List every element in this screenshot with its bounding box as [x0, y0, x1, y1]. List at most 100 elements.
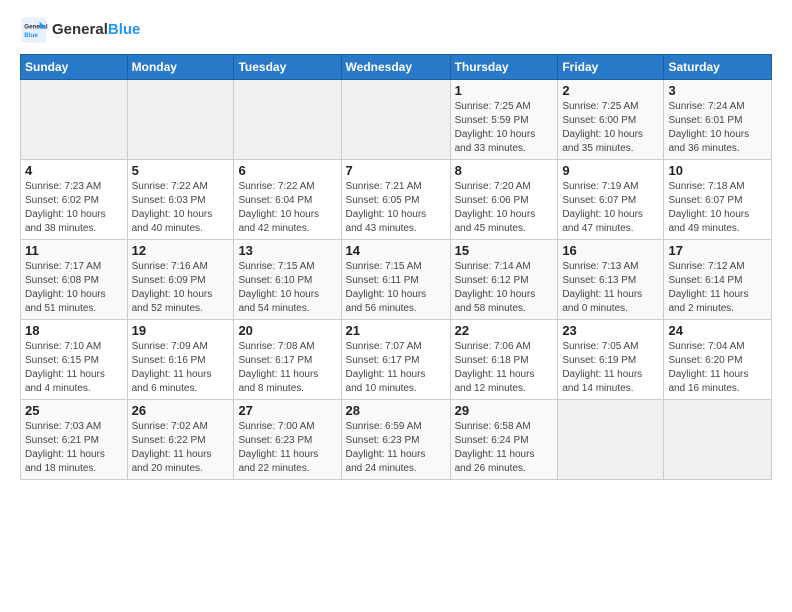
calendar-header-row: SundayMondayTuesdayWednesdayThursdayFrid… — [21, 55, 772, 80]
calendar-cell: 24 Sunrise: 7:04 AM Sunset: 6:20 PM Dayli… — [664, 320, 772, 400]
calendar-cell: 4 Sunrise: 7:23 AM Sunset: 6:02 PM Daylig… — [21, 160, 128, 240]
calendar-cell: 15Sunrise: 7:14 AM Sunset: 6:12 PM Dayli… — [450, 240, 558, 320]
day-info: Sunrise: 7:09 AM Sunset: 6:16 PM Dayligh… — [132, 340, 230, 396]
day-info: Sunrise: 7:25 AM Sunset: 5:59 PM Dayligh… — [455, 100, 554, 156]
calendar-cell — [558, 400, 664, 480]
calendar-cell: 9 Sunrise: 7:19 AM Sunset: 6:07 PM Daylig… — [558, 160, 664, 240]
day-info: Sunrise: 7:02 AM Sunset: 6:22 PM Dayligh… — [132, 420, 230, 476]
day-number: 16 — [562, 243, 659, 258]
day-number: 3 — [668, 83, 767, 98]
day-info: Sunrise: 7:16 AM Sunset: 6:09 PM Dayligh… — [132, 260, 230, 316]
calendar-cell: 21 Sunrise: 7:07 AM Sunset: 6:17 PM Dayli… — [341, 320, 450, 400]
day-number: 26 — [132, 403, 230, 418]
day-number: 8 — [455, 163, 554, 178]
calendar-header-saturday: Saturday — [664, 55, 772, 80]
day-number: 28 — [346, 403, 446, 418]
calendar-cell: 10 Sunrise: 7:18 AM Sunset: 6:07 PM Dayli… — [664, 160, 772, 240]
calendar-cell — [341, 80, 450, 160]
calendar-cell: 6 Sunrise: 7:22 AM Sunset: 6:04 PM Daylig… — [234, 160, 341, 240]
calendar-cell: 25Sunrise: 7:03 AM Sunset: 6:21 PM Dayli… — [21, 400, 128, 480]
day-info: Sunrise: 7:15 AM Sunset: 6:11 PM Dayligh… — [346, 260, 446, 316]
logo-icon: General Blue — [20, 16, 48, 44]
calendar-header-tuesday: Tuesday — [234, 55, 341, 80]
calendar-cell: 23 Sunrise: 7:05 AM Sunset: 6:19 PM Dayli… — [558, 320, 664, 400]
day-number: 10 — [668, 163, 767, 178]
calendar-cell: 11 Sunrise: 7:17 AM Sunset: 6:08 PM Dayli… — [21, 240, 128, 320]
calendar-cell: 3 Sunrise: 7:24 AM Sunset: 6:01 PM Daylig… — [664, 80, 772, 160]
calendar-cell: 2 Sunrise: 7:25 AM Sunset: 6:00 PM Daylig… — [558, 80, 664, 160]
day-info: Sunrise: 7:23 AM Sunset: 6:02 PM Dayligh… — [25, 180, 123, 236]
day-info: Sunrise: 6:59 AM Sunset: 6:23 PM Dayligh… — [346, 420, 446, 476]
day-number: 4 — [25, 163, 123, 178]
day-number: 19 — [132, 323, 230, 338]
day-number: 13 — [238, 243, 336, 258]
calendar-cell: 19 Sunrise: 7:09 AM Sunset: 6:16 PM Dayli… — [127, 320, 234, 400]
svg-text:Blue: Blue — [24, 32, 38, 39]
calendar-header-monday: Monday — [127, 55, 234, 80]
header: General Blue GeneralBlue — [20, 16, 772, 44]
calendar-week-row: 25Sunrise: 7:03 AM Sunset: 6:21 PM Dayli… — [21, 400, 772, 480]
day-info: Sunrise: 6:58 AM Sunset: 6:24 PM Dayligh… — [455, 420, 554, 476]
calendar-cell: 26 Sunrise: 7:02 AM Sunset: 6:22 PM Dayli… — [127, 400, 234, 480]
calendar-cell: 18 Sunrise: 7:10 AM Sunset: 6:15 PM Dayli… — [21, 320, 128, 400]
calendar-header-wednesday: Wednesday — [341, 55, 450, 80]
day-info: Sunrise: 7:18 AM Sunset: 6:07 PM Dayligh… — [668, 180, 767, 236]
calendar-cell: 13 Sunrise: 7:15 AM Sunset: 6:10 PM Dayli… — [234, 240, 341, 320]
day-number: 14 — [346, 243, 446, 258]
logo-text: GeneralBlue — [52, 21, 140, 39]
calendar-cell: 1 Sunrise: 7:25 AM Sunset: 5:59 PM Daylig… — [450, 80, 558, 160]
logo: General Blue GeneralBlue — [20, 16, 140, 44]
calendar-week-row: 18 Sunrise: 7:10 AM Sunset: 6:15 PM Dayli… — [21, 320, 772, 400]
day-number: 6 — [238, 163, 336, 178]
day-info: Sunrise: 7:10 AM Sunset: 6:15 PM Dayligh… — [25, 340, 123, 396]
calendar-cell: 8 Sunrise: 7:20 AM Sunset: 6:06 PM Daylig… — [450, 160, 558, 240]
day-number: 5 — [132, 163, 230, 178]
day-number: 24 — [668, 323, 767, 338]
calendar-cell: 20Sunrise: 7:08 AM Sunset: 6:17 PM Dayli… — [234, 320, 341, 400]
calendar-cell: 29 Sunrise: 6:58 AM Sunset: 6:24 PM Dayli… — [450, 400, 558, 480]
day-number: 11 — [25, 243, 123, 258]
day-info: Sunrise: 7:13 AM Sunset: 6:13 PM Dayligh… — [562, 260, 659, 316]
day-number: 18 — [25, 323, 123, 338]
calendar-cell: 28 Sunrise: 6:59 AM Sunset: 6:23 PM Dayli… — [341, 400, 450, 480]
day-number: 27 — [238, 403, 336, 418]
day-info: Sunrise: 7:22 AM Sunset: 6:03 PM Dayligh… — [132, 180, 230, 236]
calendar-header-thursday: Thursday — [450, 55, 558, 80]
day-number: 29 — [455, 403, 554, 418]
calendar-week-row: 1 Sunrise: 7:25 AM Sunset: 5:59 PM Daylig… — [21, 80, 772, 160]
calendar-cell: 12 Sunrise: 7:16 AM Sunset: 6:09 PM Dayli… — [127, 240, 234, 320]
calendar-table: SundayMondayTuesdayWednesdayThursdayFrid… — [20, 54, 772, 480]
day-info: Sunrise: 7:04 AM Sunset: 6:20 PM Dayligh… — [668, 340, 767, 396]
calendar-cell: 27 Sunrise: 7:00 AM Sunset: 6:23 PM Dayli… — [234, 400, 341, 480]
day-info: Sunrise: 7:15 AM Sunset: 6:10 PM Dayligh… — [238, 260, 336, 316]
day-number: 20 — [238, 323, 336, 338]
day-number: 21 — [346, 323, 446, 338]
day-number: 2 — [562, 83, 659, 98]
day-info: Sunrise: 7:12 AM Sunset: 6:14 PM Dayligh… — [668, 260, 767, 316]
day-info: Sunrise: 7:22 AM Sunset: 6:04 PM Dayligh… — [238, 180, 336, 236]
day-info: Sunrise: 7:00 AM Sunset: 6:23 PM Dayligh… — [238, 420, 336, 476]
calendar-cell: 22Sunrise: 7:06 AM Sunset: 6:18 PM Dayli… — [450, 320, 558, 400]
day-info: Sunrise: 7:19 AM Sunset: 6:07 PM Dayligh… — [562, 180, 659, 236]
day-number: 23 — [562, 323, 659, 338]
day-info: Sunrise: 7:05 AM Sunset: 6:19 PM Dayligh… — [562, 340, 659, 396]
day-info: Sunrise: 7:07 AM Sunset: 6:17 PM Dayligh… — [346, 340, 446, 396]
day-info: Sunrise: 7:24 AM Sunset: 6:01 PM Dayligh… — [668, 100, 767, 156]
calendar-cell: 5 Sunrise: 7:22 AM Sunset: 6:03 PM Daylig… — [127, 160, 234, 240]
day-number: 9 — [562, 163, 659, 178]
calendar-header-sunday: Sunday — [21, 55, 128, 80]
calendar-week-row: 11 Sunrise: 7:17 AM Sunset: 6:08 PM Dayli… — [21, 240, 772, 320]
calendar-cell: 17Sunrise: 7:12 AM Sunset: 6:14 PM Dayli… — [664, 240, 772, 320]
calendar-week-row: 4 Sunrise: 7:23 AM Sunset: 6:02 PM Daylig… — [21, 160, 772, 240]
day-info: Sunrise: 7:17 AM Sunset: 6:08 PM Dayligh… — [25, 260, 123, 316]
calendar-cell: 7 Sunrise: 7:21 AM Sunset: 6:05 PM Daylig… — [341, 160, 450, 240]
calendar-cell: 14 Sunrise: 7:15 AM Sunset: 6:11 PM Dayli… — [341, 240, 450, 320]
day-info: Sunrise: 7:25 AM Sunset: 6:00 PM Dayligh… — [562, 100, 659, 156]
day-info: Sunrise: 7:21 AM Sunset: 6:05 PM Dayligh… — [346, 180, 446, 236]
day-number: 7 — [346, 163, 446, 178]
day-info: Sunrise: 7:20 AM Sunset: 6:06 PM Dayligh… — [455, 180, 554, 236]
calendar-header-friday: Friday — [558, 55, 664, 80]
day-number: 12 — [132, 243, 230, 258]
day-info: Sunrise: 7:14 AM Sunset: 6:12 PM Dayligh… — [455, 260, 554, 316]
day-number: 1 — [455, 83, 554, 98]
